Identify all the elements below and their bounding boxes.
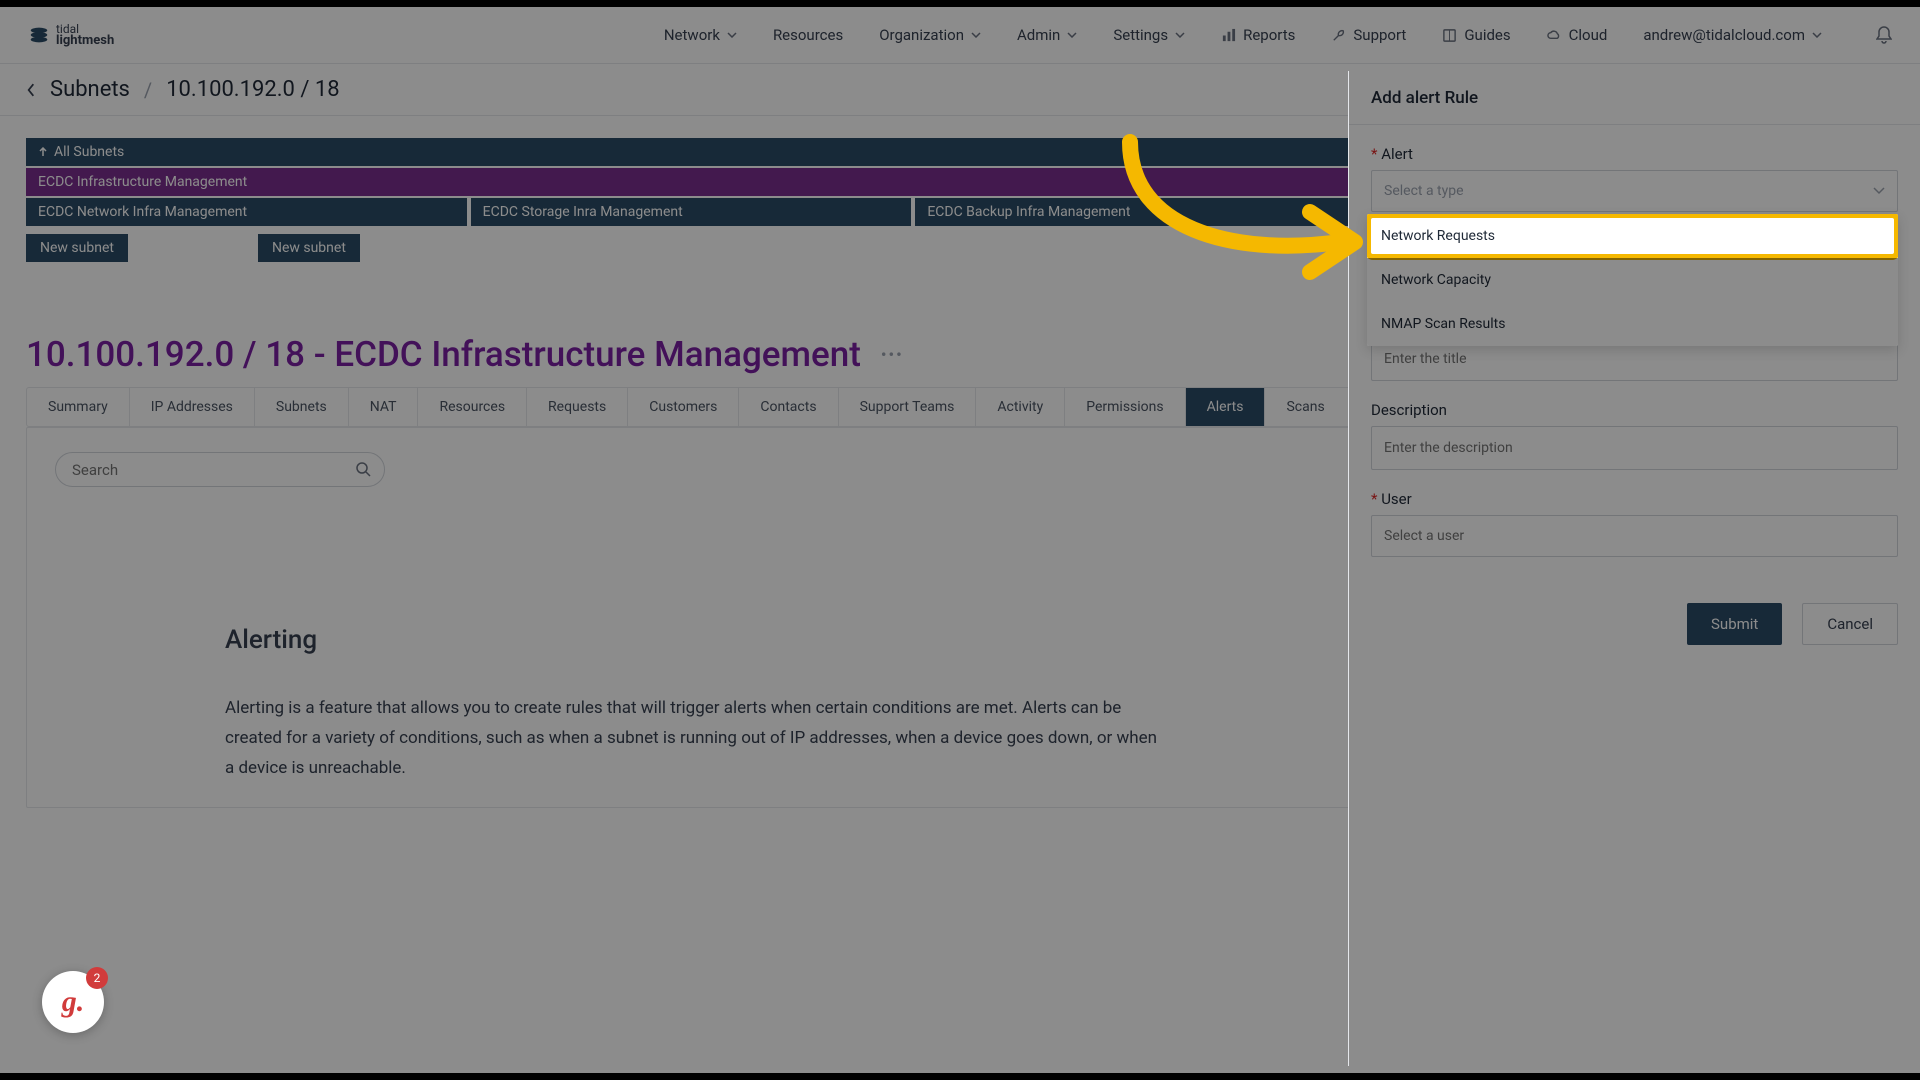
nav-label: Support bbox=[1353, 26, 1406, 44]
chevron-down-icon bbox=[1812, 32, 1822, 38]
search-input[interactable] bbox=[55, 452, 385, 487]
breadcrumb-current: 10.100.192.0 / 18 bbox=[166, 77, 339, 102]
logo-text: tidal lightmesh bbox=[56, 23, 114, 47]
cancel-button[interactable]: Cancel bbox=[1802, 603, 1898, 645]
up-arrow-icon bbox=[38, 147, 48, 157]
tab-alerts[interactable]: Alerts bbox=[1186, 388, 1266, 426]
alert-type-select[interactable]: Select a type bbox=[1371, 170, 1898, 212]
select-placeholder: Select a type bbox=[1384, 183, 1464, 199]
nav-network[interactable]: Network bbox=[664, 26, 737, 44]
dropdown-item-network-capacity[interactable]: Network Capacity bbox=[1367, 258, 1898, 302]
chevron-down-icon bbox=[1067, 32, 1077, 38]
user-label: User bbox=[1371, 490, 1898, 508]
tree-backup-infra[interactable]: ECDC Backup Infra Management bbox=[915, 198, 1356, 226]
tab-resources[interactable]: Resources bbox=[418, 388, 527, 426]
new-subnet-button[interactable]: New subnet bbox=[258, 234, 360, 262]
logo-line2: lightmesh bbox=[56, 35, 114, 47]
chevron-down-icon bbox=[727, 32, 737, 38]
dropdown-item-network-requests[interactable]: Network Requests bbox=[1367, 214, 1898, 258]
nav-settings[interactable]: Settings bbox=[1113, 26, 1185, 44]
nav-label: Organization bbox=[879, 26, 964, 44]
search-icon bbox=[355, 461, 371, 477]
tab-requests[interactable]: Requests bbox=[527, 388, 628, 426]
tab-summary[interactable]: Summary bbox=[27, 388, 130, 426]
chevron-down-icon bbox=[971, 32, 981, 38]
tree-ecdc-infra[interactable]: ECDC Infrastructure Management bbox=[26, 168, 1356, 196]
tab-activity[interactable]: Activity bbox=[976, 388, 1065, 426]
alerts-card: Alerting Alerting is a feature that allo… bbox=[26, 427, 1361, 808]
tab-support-teams[interactable]: Support Teams bbox=[839, 388, 977, 426]
tree-label: All Subnets bbox=[54, 144, 124, 160]
chevron-down-icon bbox=[1873, 187, 1885, 195]
nav-guides[interactable]: Guides bbox=[1442, 26, 1510, 44]
tabs: Summary IP Addresses Subnets NAT Resourc… bbox=[26, 387, 1361, 427]
page-title-text: 10.100.192.0 / 18 - ECDC Infrastructure … bbox=[26, 334, 861, 375]
badge-count: 2 bbox=[86, 967, 108, 989]
back-icon[interactable] bbox=[26, 83, 36, 97]
wrench-icon bbox=[1331, 28, 1346, 43]
nav-label: Cloud bbox=[1569, 26, 1608, 44]
chart-icon bbox=[1221, 28, 1236, 43]
description-input[interactable] bbox=[1371, 426, 1898, 470]
nav-label: Admin bbox=[1017, 26, 1060, 44]
top-navbar: tidal lightmesh Network Resources Organi… bbox=[0, 7, 1920, 64]
logo[interactable]: tidal lightmesh bbox=[28, 23, 114, 47]
tree-storage-infra[interactable]: ECDC Storage Inra Management bbox=[471, 198, 912, 226]
nav-label: Network bbox=[664, 26, 720, 44]
tree-network-infra[interactable]: ECDC Network Infra Management bbox=[26, 198, 467, 226]
alerting-heading: Alerting bbox=[225, 625, 1162, 655]
description-label: Description bbox=[1371, 401, 1898, 419]
nav-support[interactable]: Support bbox=[1331, 26, 1406, 44]
breadcrumb-sep: / bbox=[144, 78, 152, 102]
bell-icon[interactable] bbox=[1876, 26, 1892, 44]
tree-all-subnets[interactable]: All Subnets bbox=[26, 138, 1356, 166]
nav-label: Guides bbox=[1464, 26, 1510, 44]
nav-reports[interactable]: Reports bbox=[1221, 26, 1295, 44]
tab-contacts[interactable]: Contacts bbox=[739, 388, 838, 426]
tab-subnets[interactable]: Subnets bbox=[255, 388, 349, 426]
tab-customers[interactable]: Customers bbox=[628, 388, 739, 426]
chevron-down-icon bbox=[1175, 32, 1185, 38]
tab-nat[interactable]: NAT bbox=[349, 388, 419, 426]
tab-scans[interactable]: Scans bbox=[1265, 388, 1345, 426]
subnet-tree: All Subnets ECDC Infrastructure Manageme… bbox=[26, 138, 1356, 262]
logo-icon bbox=[28, 24, 50, 46]
dropdown-item-nmap-scan[interactable]: NMAP Scan Results bbox=[1367, 302, 1898, 346]
nav-admin[interactable]: Admin bbox=[1017, 26, 1077, 44]
alert-type-dropdown: Network Requests Network Capacity NMAP S… bbox=[1367, 214, 1898, 346]
breadcrumb-subnets[interactable]: Subnets bbox=[50, 77, 130, 102]
alert-label: Alert bbox=[1371, 145, 1898, 163]
new-subnet-button[interactable]: New subnet bbox=[26, 234, 128, 262]
nav-label: andrew@tidalcloud.com bbox=[1643, 26, 1805, 44]
nav-label: Reports bbox=[1243, 26, 1295, 44]
nav-label: Resources bbox=[773, 26, 843, 44]
nav-resources[interactable]: Resources bbox=[773, 26, 843, 44]
nav-organization[interactable]: Organization bbox=[879, 26, 981, 44]
nav-label: Settings bbox=[1113, 26, 1168, 44]
nav-cloud[interactable]: Cloud bbox=[1547, 26, 1608, 44]
more-icon[interactable]: ••• bbox=[881, 345, 904, 364]
tab-permissions[interactable]: Permissions bbox=[1065, 388, 1185, 426]
submit-button[interactable]: Submit bbox=[1687, 603, 1782, 645]
nav-user[interactable]: andrew@tidalcloud.com bbox=[1643, 26, 1822, 44]
panel-title: Add alert Rule bbox=[1349, 71, 1920, 125]
floating-badge[interactable]: g. 2 bbox=[42, 971, 104, 1033]
book-icon bbox=[1442, 28, 1457, 43]
user-select[interactable] bbox=[1371, 515, 1898, 557]
cloud-icon bbox=[1547, 28, 1562, 43]
tab-ip-addresses[interactable]: IP Addresses bbox=[130, 388, 255, 426]
alerting-body: Alerting is a feature that allows you to… bbox=[225, 693, 1162, 783]
badge-letter: g. bbox=[62, 985, 85, 1019]
